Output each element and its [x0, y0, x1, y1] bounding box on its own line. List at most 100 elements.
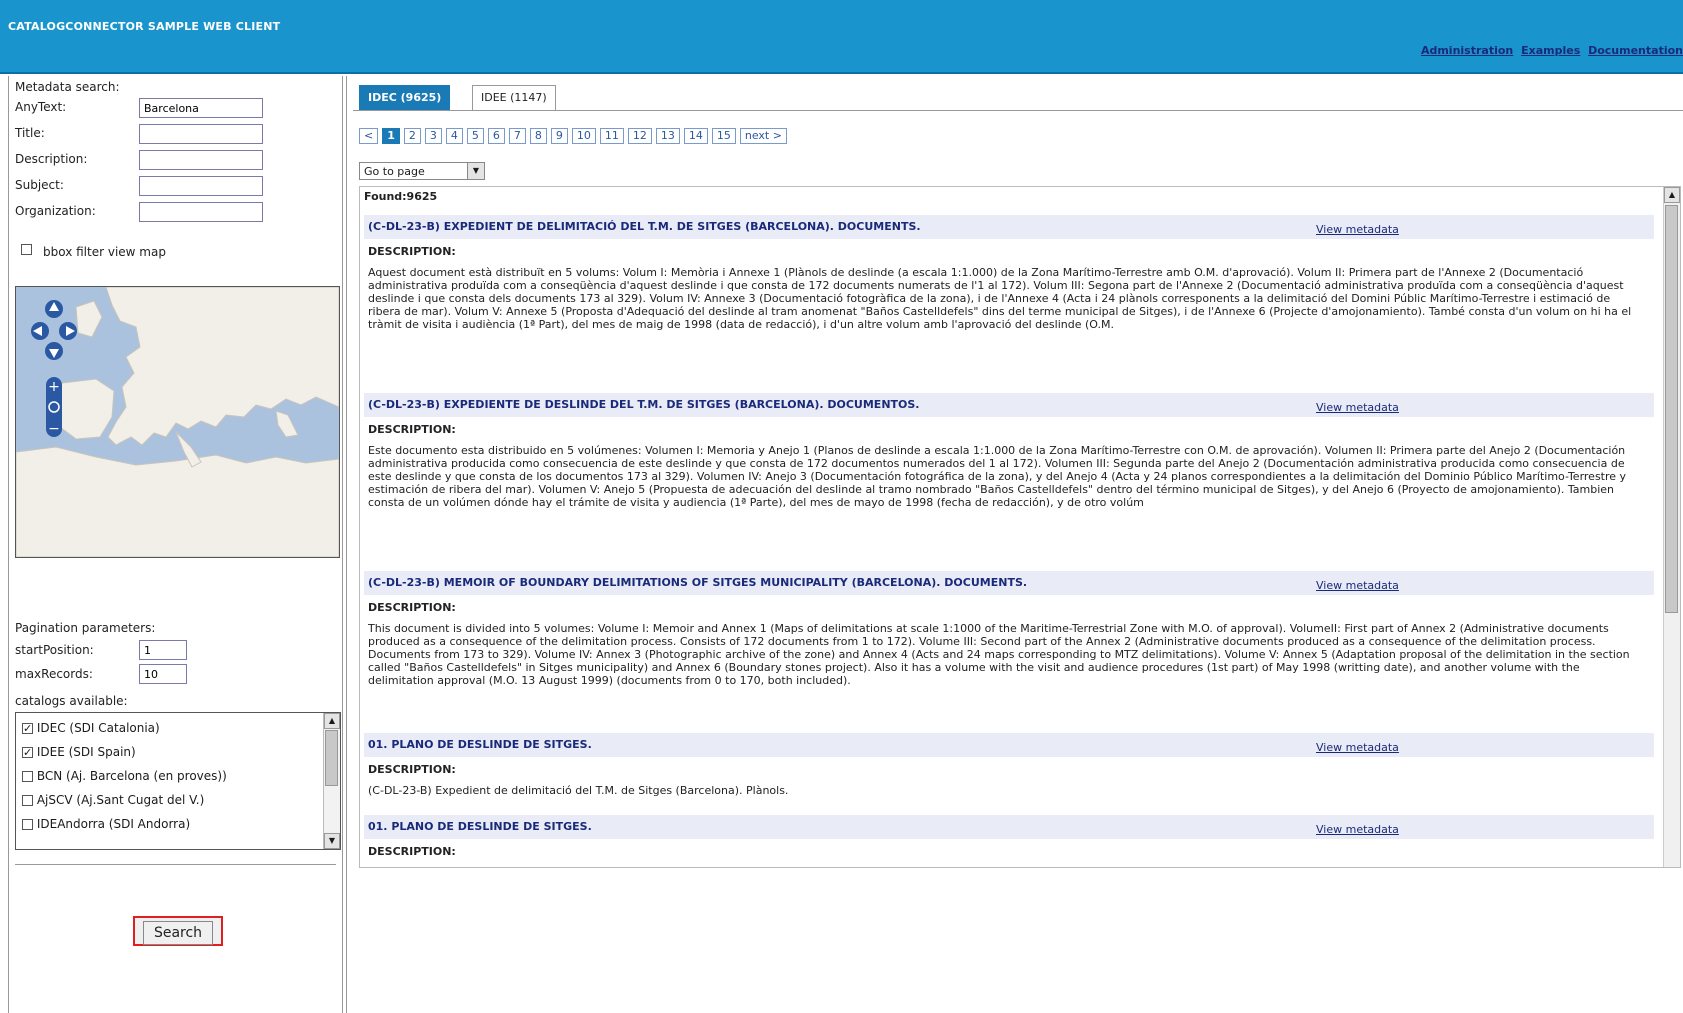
header-bar: CATALOGCONNECTOR SAMPLE WEB CLIENT Admin… — [0, 0, 1683, 74]
page-button[interactable]: 3 — [424, 128, 442, 144]
page-button[interactable]: 7 — [508, 128, 526, 144]
result-record: (C-DL-23-B) MEMOIR OF BOUNDARY DELIMITAT… — [364, 571, 1654, 687]
result-header: 01. PLANO DE DESLINDE DE SITGES. View me… — [364, 815, 1654, 839]
map-view[interactable]: + − — [15, 286, 340, 558]
catalog-item[interactable]: ✓ IDEC (SDI Catalonia) — [22, 721, 160, 735]
subject-label: Subject: — [15, 178, 64, 192]
tab-idee[interactable]: IDEE (1147) — [472, 85, 556, 110]
organization-label: Organization: — [15, 204, 96, 218]
bbox-filter-label: bbox filter view map — [43, 245, 166, 259]
catalog-checkbox[interactable] — [22, 795, 33, 806]
description-input[interactable] — [139, 150, 263, 170]
page-button[interactable]: 13 — [655, 128, 680, 144]
catalog-checkbox[interactable] — [22, 819, 33, 830]
start-position-label: startPosition: — [15, 643, 94, 657]
page-button[interactable]: 9 — [550, 128, 568, 144]
page-button[interactable]: 12 — [627, 128, 652, 144]
catalog-item[interactable]: ✓ IDEE (SDI Spain) — [22, 745, 136, 759]
result-header: 01. PLANO DE DESLINDE DE SITGES. View me… — [364, 733, 1654, 757]
page-button[interactable]: 2 — [403, 128, 421, 144]
view-metadata-link[interactable]: View metadata — [1316, 823, 1399, 836]
bbox-filter-checkbox[interactable] — [21, 244, 32, 255]
result-title: (C-DL-23-B) EXPEDIENT DE DELIMITACIÓ DEL… — [368, 220, 921, 233]
catalog-item[interactable]: BCN (Aj. Barcelona (en proves)) — [22, 769, 227, 783]
header-links: Administration Examples Documentation — [1417, 44, 1683, 57]
page-button[interactable]: 1 — [382, 128, 400, 144]
result-record: (C-DL-23-B) EXPEDIENTE DE DESLINDE DEL T… — [364, 393, 1654, 509]
pagination-heading: Pagination parameters: — [15, 621, 156, 635]
goto-page-label: Go to page — [364, 165, 425, 178]
page-button[interactable]: 11 — [599, 128, 624, 144]
page-button[interactable]: 5 — [466, 128, 484, 144]
app-title: CATALOGCONNECTOR SAMPLE WEB CLIENT — [8, 20, 281, 33]
catalog-label: IDEAndorra (SDI Andorra) — [36, 817, 191, 831]
page-button[interactable]: 10 — [571, 128, 596, 144]
scroll-thumb[interactable] — [1665, 205, 1678, 613]
catalog-list: ✓ IDEC (SDI Catalonia) ✓ IDEE (SDI Spain… — [15, 712, 341, 850]
page-button[interactable]: 14 — [683, 128, 708, 144]
pager: <1 2 3 4 5 6 7 8 9 10 11 12 13 14 15 next > — [359, 128, 791, 144]
catalog-checkbox[interactable]: ✓ — [22, 723, 33, 734]
description-text: Este documento esta distribuido en 5 vol… — [368, 444, 1627, 509]
tab-idec[interactable]: IDEC (9625) — [359, 85, 451, 110]
divider — [15, 864, 336, 865]
catalog-item[interactable]: AjSCV (Aj.Sant Cugat del V.) — [22, 793, 204, 807]
examples-link[interactable]: Examples — [1521, 44, 1580, 57]
scroll-thumb[interactable] — [325, 730, 338, 786]
results-panel: IDEC (9625) IDEE (1147) <1 2 3 4 5 6 7 8 9 10 11 12… — [346, 76, 1683, 1013]
description-label: DESCRIPTION: — [368, 601, 456, 614]
search-button[interactable]: Search — [133, 916, 223, 946]
description-label: DESCRIPTION: — [368, 423, 456, 436]
view-metadata-link[interactable]: View metadata — [1316, 223, 1399, 236]
view-metadata-link[interactable]: View metadata — [1316, 741, 1399, 754]
view-metadata-link[interactable]: View metadata — [1316, 401, 1399, 414]
description-label: Description: — [15, 152, 88, 166]
catalog-checkbox[interactable]: ✓ — [22, 747, 33, 758]
result-header: (C-DL-23-B) EXPEDIENTE DE DESLINDE DEL T… — [364, 393, 1654, 417]
search-panel: Metadata search: AnyText: Title: Descrip… — [8, 76, 343, 1013]
catalog-item[interactable]: IDEAndorra (SDI Andorra) — [22, 817, 190, 831]
catalog-label: BCN (Aj. Barcelona (en proves)) — [36, 769, 227, 783]
catalog-label: IDEE (SDI Spain) — [36, 745, 136, 759]
anytext-label: AnyText: — [15, 100, 67, 114]
next-page-button[interactable]: next > — [739, 128, 787, 144]
administration-link[interactable]: Administration — [1421, 44, 1513, 57]
scroll-up-icon[interactable]: ▲ — [1664, 187, 1680, 203]
svg-text:−: − — [48, 421, 60, 437]
catalog-scrollbar[interactable]: ▲ ▼ — [323, 713, 340, 849]
description-text: Aquest document està distribuït en 5 vol… — [368, 266, 1632, 331]
result-title: 01. PLANO DE DESLINDE DE SITGES. — [368, 820, 592, 833]
max-records-label: maxRecords: — [15, 667, 93, 681]
view-metadata-link[interactable]: View metadata — [1316, 579, 1399, 592]
start-position-input[interactable] — [139, 640, 187, 660]
title-input[interactable] — [139, 124, 263, 144]
prev-page-button[interactable]: < — [359, 128, 379, 144]
results-scrollbar[interactable]: ▲ — [1663, 187, 1680, 867]
tab-divider — [353, 110, 1683, 111]
result-record: 01. PLANO DE DESLINDE DE SITGES. View me… — [364, 733, 1654, 797]
goto-page-select[interactable]: Go to page ▼ — [359, 162, 485, 180]
subject-input[interactable] — [139, 176, 263, 196]
result-header: (C-DL-23-B) EXPEDIENT DE DELIMITACIÓ DEL… — [364, 215, 1654, 239]
documentation-link[interactable]: Documentation — [1588, 44, 1683, 57]
found-count: Found:9625 — [364, 190, 438, 203]
catalog-checkbox[interactable] — [22, 771, 33, 782]
map-image: + − — [16, 287, 339, 557]
page-button[interactable]: 15 — [711, 128, 736, 144]
scroll-down-icon[interactable]: ▼ — [324, 833, 340, 849]
scroll-up-icon[interactable]: ▲ — [324, 713, 340, 729]
catalogs-heading: catalogs available: — [15, 694, 128, 708]
page-button[interactable]: 8 — [529, 128, 547, 144]
page-button[interactable]: 6 — [487, 128, 505, 144]
result-header: (C-DL-23-B) MEMOIR OF BOUNDARY DELIMITAT… — [364, 571, 1654, 595]
result-title: 01. PLANO DE DESLINDE DE SITGES. — [368, 738, 592, 751]
title-label: Title: — [15, 126, 45, 140]
page-button[interactable]: 4 — [445, 128, 463, 144]
dropdown-arrow-icon[interactable]: ▼ — [467, 163, 484, 179]
anytext-input[interactable] — [139, 98, 263, 118]
organization-input[interactable] — [139, 202, 263, 222]
description-label: DESCRIPTION: — [368, 763, 456, 776]
max-records-input[interactable] — [139, 664, 187, 684]
search-button-label: Search — [143, 921, 213, 945]
result-title: (C-DL-23-B) EXPEDIENTE DE DESLINDE DEL T… — [368, 398, 920, 411]
